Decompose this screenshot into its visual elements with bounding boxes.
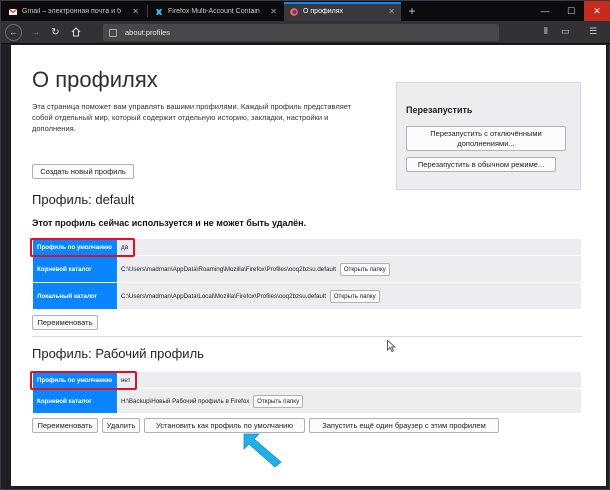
rename-button[interactable]: Переименовать bbox=[32, 418, 98, 433]
address-bar[interactable]: about:profiles bbox=[103, 24, 499, 41]
path-text: C:\Users\madman\AppData\Roaming\Mozilla\… bbox=[121, 265, 336, 273]
rename-button[interactable]: Переименовать bbox=[32, 315, 98, 330]
close-tab-icon[interactable]: ✕ bbox=[132, 7, 139, 16]
close-window-button[interactable]: ✕ bbox=[584, 1, 610, 21]
table-row: Корневой каталог H:\Backup\Новый Рабочий… bbox=[32, 388, 582, 414]
restart-normal-button[interactable]: Перезапустить в обычном режиме... bbox=[406, 157, 556, 172]
highlight-box bbox=[30, 371, 137, 390]
set-default-button[interactable]: Установить как профиль по умолчанию bbox=[144, 418, 305, 433]
open-folder-button[interactable]: Открыть папку bbox=[329, 289, 380, 303]
page-title: О профилях bbox=[32, 67, 158, 92]
row-value: нет bbox=[117, 371, 582, 389]
page-content: О профилях Эта страница поможет вам упра… bbox=[11, 45, 606, 486]
restart-title: Перезапустить bbox=[406, 105, 473, 115]
page-icon bbox=[109, 28, 117, 37]
library-icon[interactable]: ⫴ bbox=[544, 26, 548, 37]
row-value: C:\Users\madman\AppData\Roaming\Mozilla\… bbox=[117, 255, 582, 283]
in-use-notice: Этот профиль сейчас используется и не мо… bbox=[32, 218, 307, 228]
tab-multi-account[interactable]: Firefox Multi-Account Contain ✕ bbox=[149, 2, 283, 21]
intro-text: Эта страница поможет вам управлять вашим… bbox=[32, 102, 352, 133]
tab-label: Gmail – электронная почта и б bbox=[22, 8, 121, 15]
forward-button[interactable]: → bbox=[27, 24, 44, 41]
tab-separator bbox=[147, 5, 148, 17]
create-profile-button[interactable]: Создать новый профиль bbox=[32, 164, 134, 179]
profile-heading: Профиль: default bbox=[32, 192, 135, 207]
row-key: Корневой каталог bbox=[32, 388, 118, 414]
tab-profiles[interactable]: О профилях ✕ bbox=[284, 2, 401, 21]
launch-browser-button[interactable]: Запустить ещё один браузер с этим профил… bbox=[309, 418, 499, 433]
navigation-bar: ← → ↻ about:profiles ⫴ ▭ ☰ bbox=[1, 21, 610, 44]
table-row: Локальный каталог C:\Users\madman\AppDat… bbox=[32, 282, 582, 310]
mouse-cursor-icon bbox=[387, 340, 396, 352]
tab-label: Firefox Multi-Account Contain bbox=[168, 8, 260, 15]
url-text[interactable]: about:profiles bbox=[125, 28, 170, 37]
tab-label: О профилях bbox=[303, 8, 344, 15]
row-value: да bbox=[117, 238, 582, 256]
delete-button[interactable]: Удалить bbox=[102, 418, 140, 433]
firefox-icon bbox=[290, 7, 298, 16]
open-folder-button[interactable]: Открыть папку bbox=[339, 262, 390, 276]
minimize-button[interactable]: — bbox=[532, 1, 558, 21]
home-icon[interactable] bbox=[67, 24, 84, 41]
close-tab-icon[interactable]: ✕ bbox=[388, 7, 395, 16]
reload-button[interactable]: ↻ bbox=[47, 24, 64, 41]
close-tab-icon[interactable]: ✕ bbox=[270, 7, 277, 16]
tab-gmail[interactable]: Gmail – электронная почта и б ✕ bbox=[3, 2, 145, 21]
arrow-annotation-icon bbox=[243, 433, 282, 468]
back-button[interactable]: ← bbox=[5, 24, 22, 41]
row-key: Локальный каталог bbox=[32, 282, 118, 310]
path-text: H:\Backup\Новый Рабочий профиль в Firefo… bbox=[121, 397, 250, 405]
restart-panel: Перезапустить Перезапустить с отключённы… bbox=[396, 82, 581, 190]
browser-window: Gmail – электронная почта и б ✕ Firefox … bbox=[0, 0, 610, 490]
profile-heading: Профиль: Рабочий профиль bbox=[32, 346, 204, 361]
row-key: Корневой каталог bbox=[32, 255, 118, 283]
highlight-box bbox=[30, 238, 135, 257]
gmail-icon bbox=[9, 8, 17, 15]
section-divider bbox=[32, 336, 582, 337]
open-folder-button[interactable]: Открыть папку bbox=[253, 394, 304, 408]
restart-addons-disabled-button[interactable]: Перезапустить с отключёнными дополнениям… bbox=[406, 126, 566, 151]
table-row: Корневой каталог C:\Users\madman\AppData… bbox=[32, 255, 582, 283]
path-text: C:\Users\madman\AppData\Local\Mozilla\Fi… bbox=[121, 292, 326, 300]
tab-strip: Gmail – электронная почта и б ✕ Firefox … bbox=[1, 1, 610, 21]
new-tab-button[interactable]: + bbox=[403, 2, 421, 20]
extension-icon bbox=[156, 8, 162, 15]
sidebar-icon[interactable]: ▭ bbox=[561, 26, 570, 37]
maximize-button[interactable]: ☐ bbox=[558, 1, 584, 21]
row-value: C:\Users\madman\AppData\Local\Mozilla\Fi… bbox=[117, 282, 582, 310]
row-value: H:\Backup\Новый Рабочий профиль в Firefo… bbox=[117, 388, 582, 414]
menu-icon[interactable]: ☰ bbox=[589, 26, 597, 37]
